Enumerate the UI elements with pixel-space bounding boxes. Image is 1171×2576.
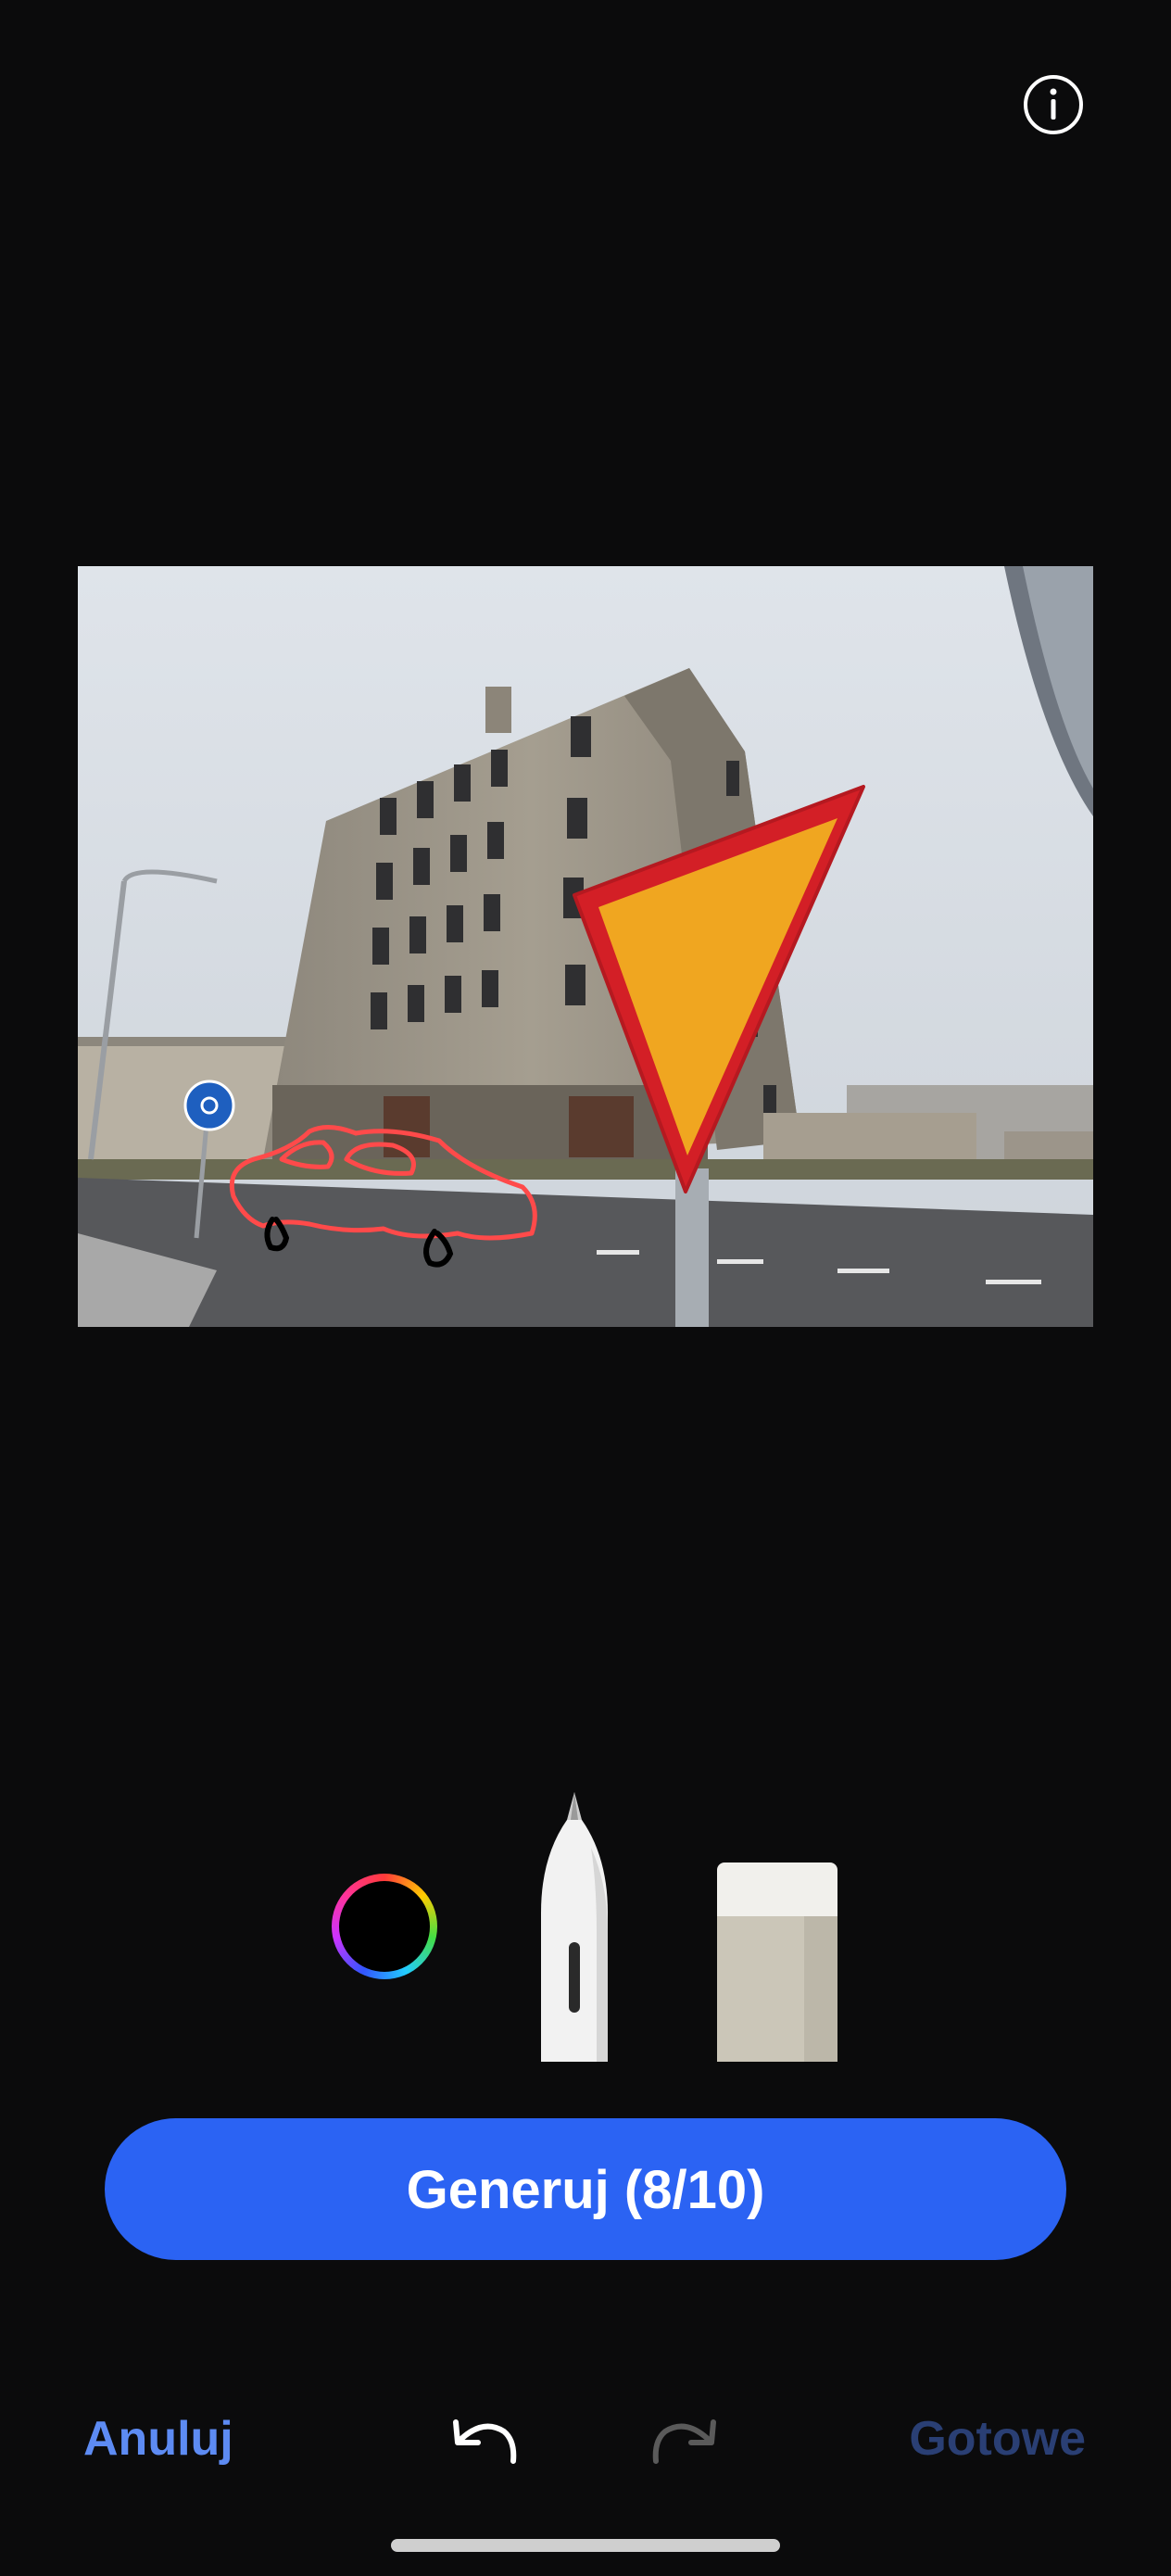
info-icon[interactable] — [1023, 74, 1084, 135]
color-wheel-icon[interactable] — [332, 1874, 437, 1979]
done-button[interactable]: Gotowe — [909, 2411, 1086, 2467]
drawing-tools — [0, 1779, 1171, 2062]
selected-color-swatch — [339, 1881, 430, 1972]
home-indicator[interactable] — [391, 2539, 780, 2552]
cancel-button[interactable]: Anuluj — [83, 2411, 233, 2467]
undo-icon[interactable] — [447, 2413, 521, 2472]
bottom-action-bar: Anuluj Gotowe — [0, 2391, 1171, 2483]
sketch-to-image-screen: Generuj (8/10) Anuluj Gotowe — [0, 0, 1171, 2576]
generate-button[interactable]: Generuj (8/10) — [105, 2118, 1066, 2260]
redo-icon[interactable] — [648, 2413, 723, 2472]
photo-canvas[interactable] — [78, 566, 1093, 1327]
eraser-icon[interactable] — [715, 1863, 839, 2062]
pen-icon[interactable] — [535, 1792, 613, 2062]
